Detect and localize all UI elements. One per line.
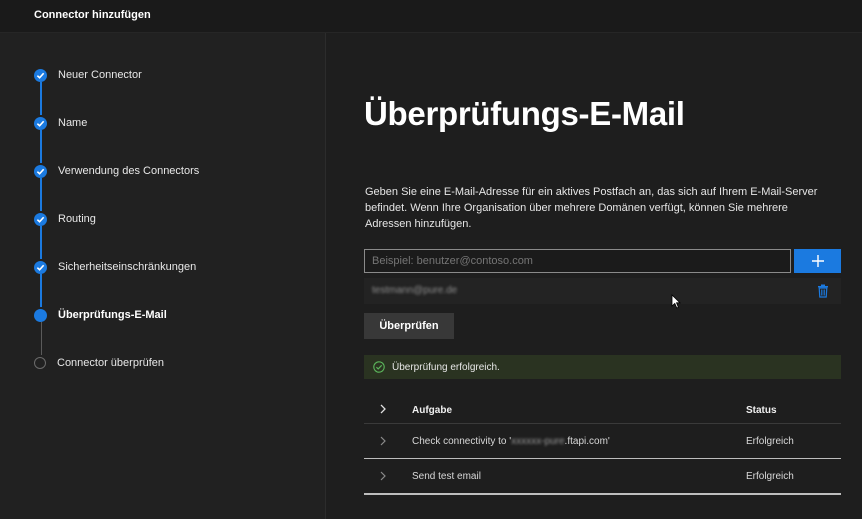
add-email-button[interactable] — [794, 249, 841, 273]
step-label: Überprüfungs-E-Mail — [58, 309, 167, 321]
masked-hostname: xxxxxx-pure — [511, 436, 565, 447]
checkmark-icon — [34, 212, 47, 226]
wizard-steps-sidebar: Neuer Connector Name Verwendung des Conn… — [0, 33, 326, 519]
checkmark-icon — [34, 164, 47, 178]
success-message: Überprüfung erfolgreich. — [392, 361, 500, 373]
task-cell: Check connectivity to 'xxxxxx-pure.ftapi… — [412, 436, 610, 447]
success-check-icon — [373, 361, 385, 373]
chevron-right-icon[interactable] — [379, 436, 387, 446]
window-header: Connector hinzufügen — [0, 0, 862, 33]
email-list-item: testmann@pure.de — [364, 278, 841, 304]
table-row[interactable]: Check connectivity to 'xxxxxx-pure.ftapi… — [364, 424, 841, 459]
mouse-cursor-icon — [671, 294, 681, 309]
task-text: Check connectivity to ' — [412, 436, 512, 447]
chevron-right-icon[interactable] — [379, 471, 387, 481]
task-cell: Send test email — [412, 471, 481, 482]
column-header-task[interactable]: Aufgabe — [412, 405, 452, 416]
status-cell: Erfolgreich — [746, 436, 794, 447]
trash-icon[interactable] — [817, 284, 829, 298]
column-header-status[interactable]: Status — [746, 405, 777, 416]
step-label: Routing — [58, 213, 96, 225]
plus-icon — [811, 255, 824, 267]
description-text: Geben Sie eine E-Mail-Adresse für ein ak… — [365, 186, 818, 230]
success-message-bar: Überprüfung erfolgreich. — [364, 355, 841, 379]
step-sicherheit[interactable]: Sicherheitseinschränkungen — [34, 259, 196, 275]
table-header-row: Aufgabe Status — [364, 397, 841, 424]
step-ueberpruefungs-email[interactable]: Überprüfungs-E-Mail — [34, 307, 167, 323]
step-connector-line — [40, 274, 42, 307]
step-label: Name — [58, 117, 88, 129]
checkmark-icon — [34, 116, 47, 130]
step-connector-ueberpruefen[interactable]: Connector überprüfen — [34, 355, 164, 371]
step-routing[interactable]: Routing — [34, 211, 96, 227]
email-input[interactable] — [364, 249, 791, 273]
step-name[interactable]: Name — [34, 115, 87, 131]
step-neuer-connector[interactable]: Neuer Connector — [34, 67, 142, 83]
task-text: .ftapi.com' — [564, 436, 610, 447]
verify-button[interactable]: Überprüfen — [364, 313, 454, 339]
step-connector-line — [40, 178, 42, 211]
checkmark-icon — [34, 260, 47, 274]
step-verwendung[interactable]: Verwendung des Connectors — [34, 163, 199, 179]
step-connector-line — [40, 226, 42, 259]
main-content: Überprüfungs-E-Mail Geben Sie eine E-Mai… — [326, 33, 862, 519]
page-title: Überprüfungs-E-Mail — [364, 95, 685, 132]
added-email-address: testmann@pure.de — [372, 285, 458, 296]
step-connector-line — [40, 130, 42, 163]
tasks-table: Aufgabe Status Check connectivity to 'xx… — [364, 397, 841, 495]
window-title: Connector hinzufügen — [34, 9, 151, 21]
checkmark-icon — [34, 68, 47, 82]
pending-step-indicator — [34, 357, 46, 369]
step-label: Connector überprüfen — [57, 357, 165, 369]
step-connector-line — [40, 82, 42, 115]
step-label: Verwendung des Connectors — [58, 165, 200, 177]
chevron-right-icon[interactable] — [379, 404, 387, 414]
step-label: Neuer Connector — [58, 69, 142, 81]
step-connector-line — [41, 322, 42, 355]
step-label: Sicherheitseinschränkungen — [58, 261, 197, 273]
table-row[interactable]: Send test email Erfolgreich — [364, 459, 841, 495]
status-cell: Erfolgreich — [746, 471, 794, 482]
current-step-indicator — [34, 308, 47, 322]
